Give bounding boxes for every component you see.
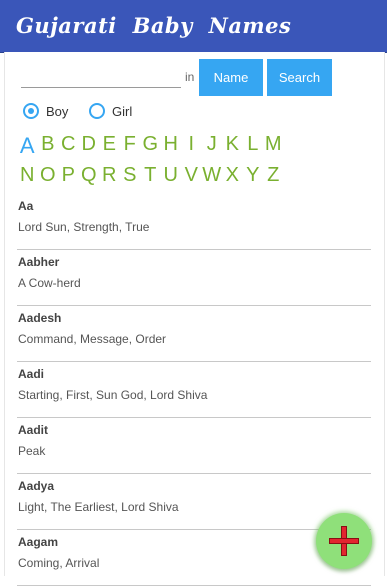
- letter-e[interactable]: E: [99, 133, 120, 159]
- letter-t[interactable]: T: [140, 164, 161, 187]
- letter-o[interactable]: O: [38, 164, 59, 187]
- letter-l[interactable]: L: [243, 133, 264, 159]
- radio-checked-icon: [23, 103, 39, 119]
- radio-boy-label: Boy: [46, 103, 69, 119]
- name-meaning: Starting, First, Sun God, Lord Shiva: [18, 388, 208, 402]
- letter-s[interactable]: S: [120, 164, 141, 187]
- alphabet-row-2: N O P Q R S T U V W X Y Z: [17, 164, 387, 187]
- letter-u[interactable]: U: [161, 164, 182, 187]
- name-title: Aa: [18, 199, 34, 213]
- list-item[interactable]: Aabher A Cow-herd: [17, 251, 371, 306]
- in-label: in: [185, 70, 195, 84]
- letter-x[interactable]: X: [222, 164, 243, 187]
- letter-j[interactable]: J: [202, 133, 223, 159]
- letter-q[interactable]: Q: [79, 164, 100, 187]
- radio-girl[interactable]: Girl: [89, 103, 132, 119]
- search-input[interactable]: [21, 66, 181, 88]
- letter-a[interactable]: A: [17, 133, 38, 159]
- letter-n[interactable]: N: [17, 164, 38, 187]
- letter-k[interactable]: K: [222, 133, 243, 159]
- name-title: Aadya: [18, 479, 55, 493]
- main-content: in Name Search Boy Girl A B C D E F G H …: [4, 52, 387, 586]
- list-item[interactable]: Aa Lord Sun, Strength, True: [17, 195, 371, 250]
- letter-i[interactable]: I: [181, 133, 202, 159]
- name-meaning: Lord Sun, Strength, True: [18, 220, 150, 234]
- name-meaning: Command, Message, Order: [18, 332, 167, 346]
- add-icon: [329, 526, 359, 556]
- name-title: Aadi: [18, 367, 45, 381]
- letter-r[interactable]: R: [99, 164, 120, 187]
- name-meaning: Coming, Arrival: [18, 556, 100, 570]
- letter-p[interactable]: P: [58, 164, 79, 187]
- name-button[interactable]: Name: [199, 59, 263, 96]
- list-item[interactable]: Aadi Starting, First, Sun God, Lord Shiv…: [17, 363, 371, 418]
- letter-b[interactable]: B: [38, 133, 59, 159]
- letter-m[interactable]: M: [263, 133, 284, 159]
- name-title: Aagam: [18, 535, 59, 549]
- name-meaning: A Cow-herd: [18, 276, 81, 290]
- app-title: Gujarati Baby Names: [16, 13, 292, 38]
- search-button[interactable]: Search: [267, 59, 332, 96]
- letter-v[interactable]: V: [181, 164, 202, 187]
- letter-h[interactable]: H: [161, 133, 182, 159]
- radio-boy[interactable]: Boy: [23, 103, 68, 119]
- name-meaning: Light, The Earliest, Lord Shiva: [18, 500, 179, 514]
- name-title: Aadesh: [18, 311, 62, 325]
- letter-w[interactable]: W: [202, 164, 223, 187]
- name-title: Aadit: [18, 423, 48, 437]
- app-bar: Gujarati Baby Names: [0, 0, 387, 53]
- letter-z[interactable]: Z: [263, 164, 284, 187]
- letter-c[interactable]: C: [58, 133, 79, 159]
- list-item[interactable]: Aadit Peak: [17, 419, 371, 474]
- radio-girl-label: Girl: [112, 103, 133, 119]
- letter-d[interactable]: D: [79, 133, 100, 159]
- radio-unchecked-icon: [89, 103, 105, 119]
- list-item[interactable]: Aadya Light, The Earliest, Lord Shiva: [17, 475, 371, 530]
- letter-y[interactable]: Y: [243, 164, 264, 187]
- letter-f[interactable]: F: [120, 133, 141, 159]
- list-item[interactable]: Aadesh Command, Message, Order: [17, 307, 371, 362]
- letter-g[interactable]: G: [140, 133, 161, 159]
- name-title: Aabher: [18, 255, 60, 269]
- name-meaning: Peak: [18, 444, 46, 458]
- add-button[interactable]: [316, 513, 372, 569]
- alphabet-row-1: A B C D E F G H I J K L M: [17, 133, 387, 159]
